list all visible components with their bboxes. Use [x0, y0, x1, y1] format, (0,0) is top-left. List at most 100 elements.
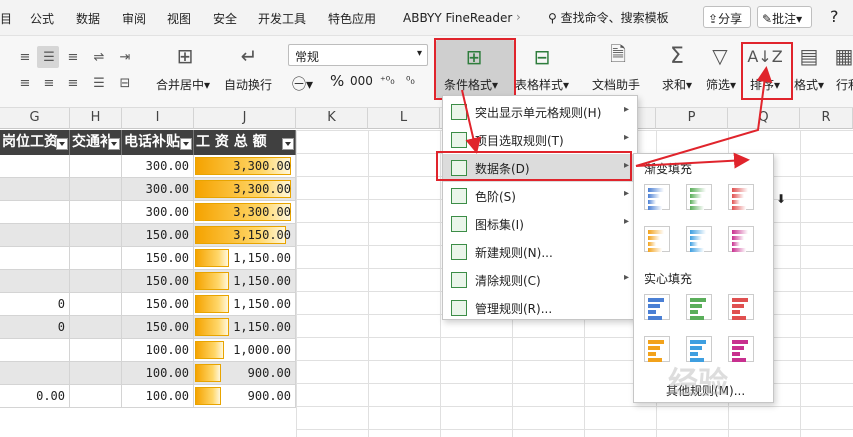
- menu-developer[interactable]: 开发工具: [258, 10, 306, 27]
- menu-highlight-rules[interactable]: 突出显示单元格规则(H) ▸: [443, 98, 637, 126]
- cell-h[interactable]: [70, 178, 122, 201]
- table-header-h[interactable]: 交通补: [70, 130, 122, 155]
- menu-formula[interactable]: 公式: [30, 10, 54, 27]
- currency-icon[interactable]: ㊀▾: [292, 74, 313, 94]
- align-middle-icon[interactable]: ☰: [38, 46, 60, 68]
- col-header-q[interactable]: Q: [728, 108, 800, 129]
- merge-center-icon[interactable]: ⊞: [170, 42, 200, 70]
- solid-databar-swatch[interactable]: [728, 336, 754, 362]
- solid-databar-swatch[interactable]: [644, 294, 670, 320]
- cell-h[interactable]: [70, 316, 122, 339]
- cell-j[interactable]: 3,150.00: [194, 224, 296, 247]
- percent-button[interactable]: %: [330, 72, 344, 90]
- cell-i[interactable]: 100.00: [122, 362, 194, 385]
- filter-button[interactable]: 筛选▾: [706, 76, 736, 93]
- cell-j[interactable]: 3,300.00: [194, 155, 296, 178]
- align-center-icon[interactable]: ≡: [38, 72, 60, 94]
- cell-j[interactable]: 1,150.00: [194, 247, 296, 270]
- cell-i[interactable]: 150.00: [122, 247, 194, 270]
- merge-center-button[interactable]: 合并居中▾: [156, 76, 210, 93]
- menu-icon-sets[interactable]: 图标集(I) ▸: [443, 210, 637, 238]
- cell-i[interactable]: 100.00: [122, 339, 194, 362]
- table-style-icon[interactable]: ⊟: [528, 44, 556, 70]
- gradient-databar-swatch[interactable]: [686, 226, 712, 252]
- sum-icon[interactable]: Σ: [664, 42, 690, 70]
- doc-helper-button[interactable]: 文档助手: [592, 76, 640, 93]
- col-header-k[interactable]: K: [296, 108, 368, 129]
- cell-i[interactable]: 100.00: [122, 385, 194, 408]
- col-header-h[interactable]: H: [70, 108, 122, 129]
- cell-h[interactable]: [70, 155, 122, 178]
- cell-h[interactable]: [70, 339, 122, 362]
- cell-g[interactable]: [0, 201, 70, 224]
- cell-g[interactable]: 0.00: [0, 385, 70, 408]
- align-top-icon[interactable]: ≡: [14, 46, 36, 68]
- menu-manage-rules[interactable]: 管理规则(R)...: [443, 294, 637, 322]
- cell-g[interactable]: [0, 178, 70, 201]
- cell-j[interactable]: 1,150.00: [194, 316, 296, 339]
- col-header-g[interactable]: G: [0, 108, 70, 129]
- cell-i[interactable]: 300.00: [122, 155, 194, 178]
- indent-icon[interactable]: ⇥: [114, 46, 136, 68]
- cell-i[interactable]: 300.00: [122, 178, 194, 201]
- cell-j[interactable]: 3,300.00: [194, 201, 296, 224]
- gradient-databar-swatch[interactable]: [644, 226, 670, 252]
- cell-j[interactable]: 1,150.00: [194, 293, 296, 316]
- wrap-text-button[interactable]: 自动换行: [224, 76, 272, 93]
- solid-databar-swatch[interactable]: [686, 294, 712, 320]
- rows-cols-icon[interactable]: ▦: [834, 42, 853, 70]
- cell-g[interactable]: [0, 362, 70, 385]
- format-button[interactable]: 格式▾: [794, 76, 824, 93]
- cell-j[interactable]: 1,150.00: [194, 270, 296, 293]
- cell-i[interactable]: 300.00: [122, 201, 194, 224]
- gradient-databar-swatch[interactable]: [686, 184, 712, 210]
- cell-g[interactable]: 0: [0, 316, 70, 339]
- menu-abbyy[interactable]: ABBYY FineReader: [402, 10, 530, 26]
- gradient-databar-swatch[interactable]: [728, 226, 754, 252]
- cell-i[interactable]: 150.00: [122, 270, 194, 293]
- menu-scroll-icon[interactable]: ›: [516, 10, 521, 24]
- menu-item-partial[interactable]: 目: [0, 10, 12, 27]
- sum-button[interactable]: 求和▾: [662, 76, 692, 93]
- orientation-icon[interactable]: ⇌: [88, 46, 110, 68]
- cell-j[interactable]: 900.00: [194, 362, 296, 385]
- menu-data[interactable]: 数据: [76, 10, 100, 27]
- col-header-p[interactable]: P: [656, 108, 728, 129]
- doc-helper-icon[interactable]: 🗎: [604, 42, 632, 70]
- cell-h[interactable]: [70, 201, 122, 224]
- gradient-databar-swatch[interactable]: [728, 184, 754, 210]
- filter-dropdown-icon[interactable]: [56, 138, 68, 150]
- align-right-icon[interactable]: ≡: [62, 72, 84, 94]
- cell-g[interactable]: [0, 270, 70, 293]
- cell-h[interactable]: [70, 385, 122, 408]
- cell-h[interactable]: [70, 224, 122, 247]
- comma-button[interactable]: 000: [350, 74, 373, 88]
- cell-i[interactable]: 150.00: [122, 293, 194, 316]
- solid-databar-swatch[interactable]: [644, 336, 670, 362]
- align-bottom-icon[interactable]: ≡: [62, 46, 84, 68]
- cell-i[interactable]: 150.00: [122, 316, 194, 339]
- justify-icon[interactable]: ☰: [88, 72, 110, 94]
- cell-h[interactable]: [70, 270, 122, 293]
- search-command[interactable]: ⚲ 查找命令、搜索模板: [548, 9, 669, 26]
- table-header-j[interactable]: 工 资 总 额: [194, 130, 296, 155]
- number-format-select[interactable]: 常规 ▾: [288, 44, 428, 66]
- annotate-button[interactable]: ✎批注▾: [757, 6, 812, 28]
- filter-dropdown-icon[interactable]: [282, 138, 294, 150]
- col-header-j[interactable]: J: [194, 108, 296, 129]
- cell-j[interactable]: 900.00: [194, 385, 296, 408]
- cell-g[interactable]: 0: [0, 293, 70, 316]
- cell-h[interactable]: [70, 362, 122, 385]
- menu-review[interactable]: 审阅: [122, 10, 146, 27]
- cell-g[interactable]: [0, 247, 70, 270]
- menu-clear-rules[interactable]: 清除规则(C) ▸: [443, 266, 637, 294]
- format-icon[interactable]: ▤: [796, 42, 822, 70]
- gradient-databar-swatch[interactable]: [644, 184, 670, 210]
- help-button[interactable]: ?: [830, 7, 839, 26]
- table-style-button[interactable]: 表格样式▾: [515, 76, 569, 93]
- filter-dropdown-icon[interactable]: [108, 138, 120, 150]
- cell-h[interactable]: [70, 293, 122, 316]
- distributed-icon[interactable]: ⊟: [114, 72, 136, 94]
- decrease-decimal-icon[interactable]: ⁰₀: [406, 74, 415, 87]
- table-header-i[interactable]: 电话补贴: [122, 130, 194, 155]
